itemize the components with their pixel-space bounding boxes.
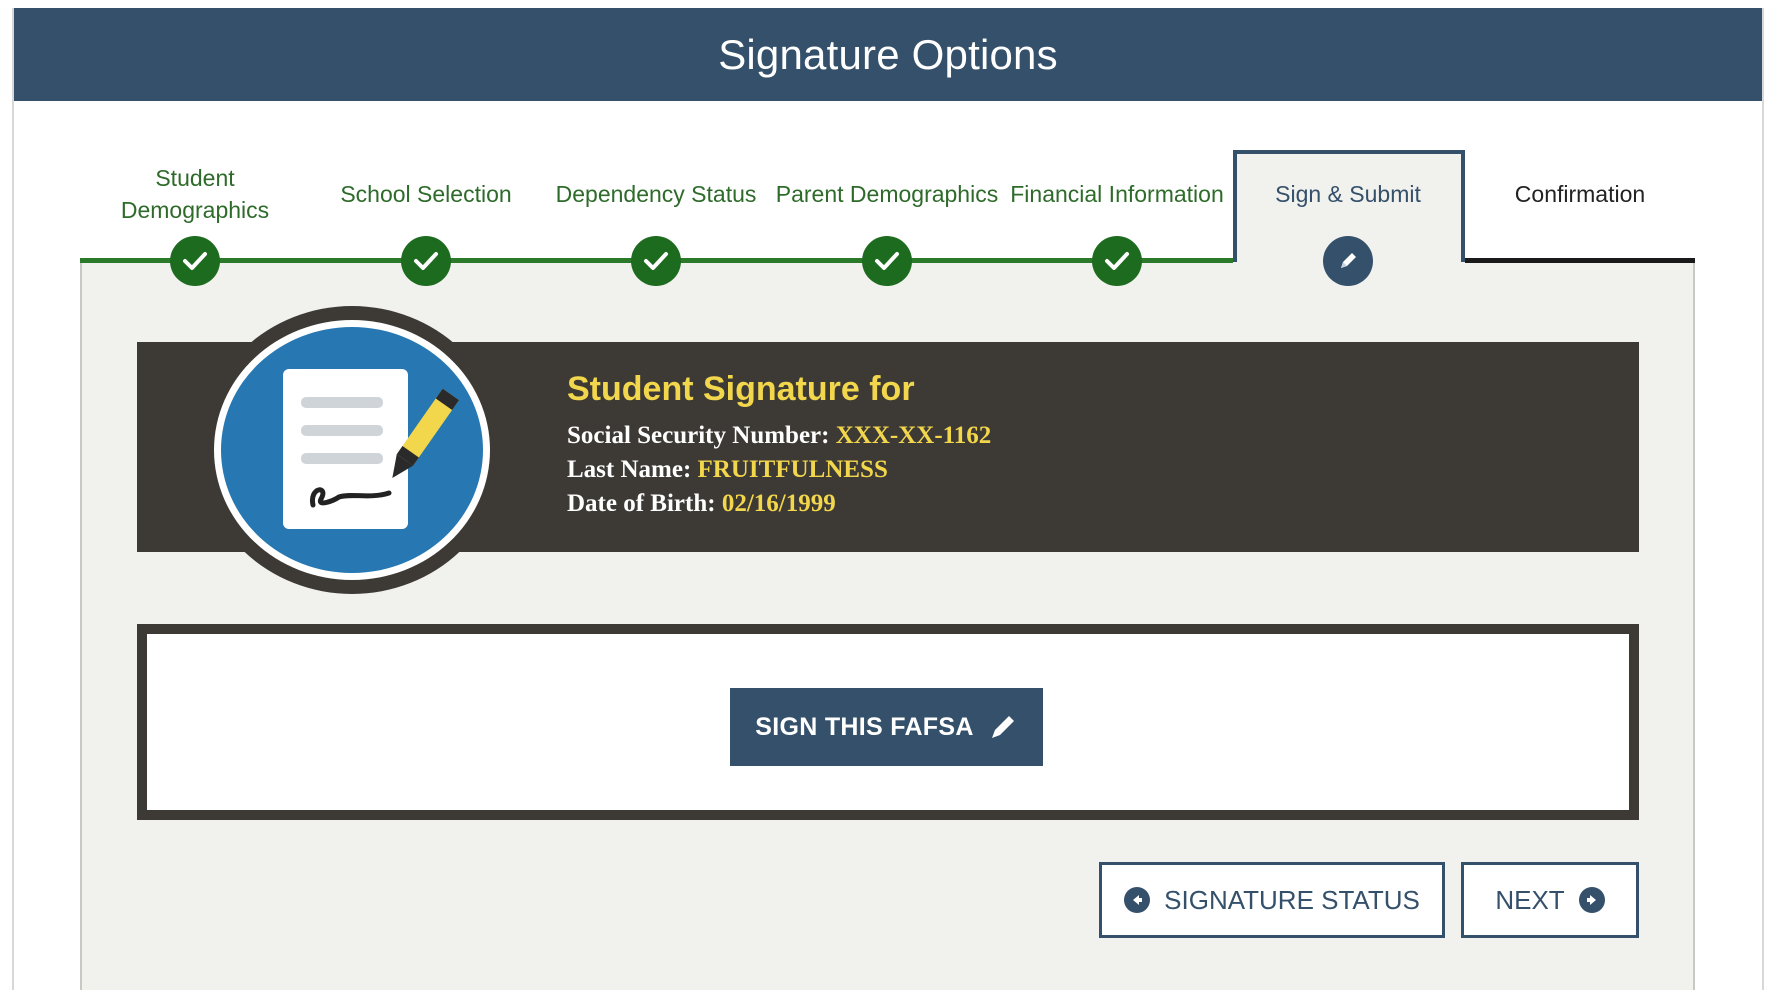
last-name-row: Last Name: FRUITFULNESS [567, 453, 991, 487]
step-financial-information[interactable]: Financial Information [1002, 140, 1232, 286]
checkmark-icon [631, 236, 681, 286]
sign-fafsa-label: SIGN THIS FAFSA [755, 712, 974, 741]
step-student-demographics[interactable]: Student Demographics [80, 140, 310, 286]
signature-status-button[interactable]: SIGNATURE STATUS [1099, 862, 1445, 938]
step-label: School Selection [340, 181, 512, 207]
page-header: Signature Options [14, 8, 1762, 101]
step-label: Parent Demographics [775, 181, 999, 207]
checkmark-icon [862, 236, 912, 286]
step-label: Sign & Submit [1275, 181, 1421, 207]
ssn-label: Social Security Number: [567, 422, 830, 449]
next-button[interactable]: NEXT [1461, 862, 1639, 938]
step-label: Student Demographics [120, 165, 270, 223]
step-school-selection[interactable]: School Selection [311, 140, 541, 286]
pencil-icon [991, 716, 1014, 738]
step-label: Financial Information [1010, 181, 1224, 207]
step-label: Dependency Status [555, 181, 757, 207]
dob-row: Date of Birth: 02/16/1999 [567, 487, 991, 521]
signature-title: Student Signature for [567, 370, 915, 408]
signature-status-label: SIGNATURE STATUS [1164, 884, 1420, 915]
checkmark-icon [170, 236, 220, 286]
step-dependency-status[interactable]: Dependency Status [541, 140, 771, 286]
sign-fafsa-button[interactable]: SIGN THIS FAFSA [730, 688, 1043, 766]
last-name-label: Last Name: [567, 456, 692, 483]
page-title: Signature Options [718, 30, 1058, 78]
ssn-value: XXX-XX-1162 [835, 422, 992, 449]
step-label: Confirmation [1514, 181, 1646, 207]
progress-steps: Student Demographics School Selection De… [80, 140, 1695, 286]
checkmark-icon [401, 236, 451, 286]
next-label: NEXT [1495, 884, 1565, 915]
step-parent-demographics[interactable]: Parent Demographics [772, 140, 1002, 286]
pencil-icon [1323, 236, 1373, 286]
arrow-left-circle-icon [1124, 887, 1151, 913]
signature-document-icon [200, 306, 504, 594]
arrow-right-circle-icon [1578, 887, 1605, 913]
step-sign-submit[interactable]: Sign & Submit [1233, 140, 1463, 286]
checkmark-icon [1092, 236, 1142, 286]
ssn-row: Social Security Number: XXX-XX-1162 [567, 419, 991, 453]
signature-details: Student Signature for Social Security Nu… [567, 370, 991, 521]
step-confirmation[interactable]: Confirmation [1465, 140, 1695, 270]
dob-value: 02/16/1999 [721, 490, 836, 517]
last-name-value: FRUITFULNESS [697, 456, 888, 483]
dob-label: Date of Birth: [567, 490, 716, 517]
